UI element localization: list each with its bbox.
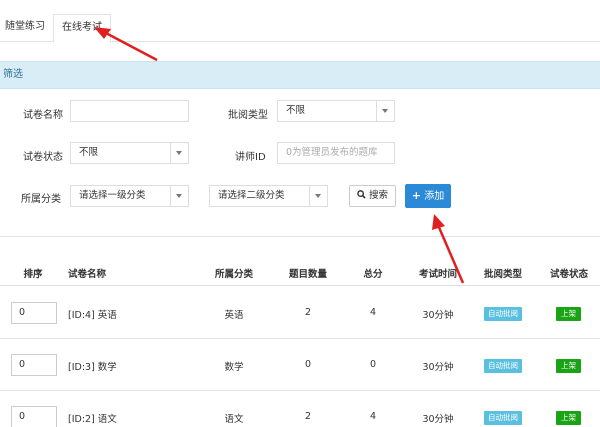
question-count: 0 <box>304 359 312 370</box>
review-type-badge: 自动批阅 <box>484 359 522 373</box>
chevron-down-icon <box>376 101 394 121</box>
col-count: 题目数量 <box>288 269 327 280</box>
paper-category: 语文 <box>224 414 244 425</box>
col-status: 试卷状态 <box>549 269 588 280</box>
total-score: 4 <box>369 411 377 422</box>
tab-practice[interactable]: 随堂练习 <box>0 14 50 42</box>
paper-status-value: 不限 <box>79 147 99 158</box>
category-level1-value: 请选择一级分类 <box>79 190 146 201</box>
review-type-select[interactable]: 不限 <box>277 100 395 122</box>
teacher-id-label: 讲师ID <box>235 152 266 163</box>
table-header: 排序 试卷名称 所属分类 题目数量 总分 考试时间 批阅类型 试卷状态 <box>0 262 600 286</box>
col-name: 试卷名称 <box>68 269 107 280</box>
tab-online-exam[interactable]: 在线考试 <box>53 14 111 43</box>
paper-name: [ID:3] 数学 <box>68 362 117 373</box>
exam-time: 30分钟 <box>422 310 454 321</box>
category-label: 所属分类 <box>21 194 61 205</box>
paper-name-input[interactable] <box>70 100 189 122</box>
category-level1-select[interactable]: 请选择一级分类 <box>70 185 189 207</box>
chevron-down-icon <box>309 186 327 206</box>
total-score: 0 <box>369 359 377 370</box>
question-count: 2 <box>304 411 312 422</box>
col-time: 考试时间 <box>418 269 457 280</box>
sort-input[interactable]: 0 <box>11 406 57 427</box>
plus-icon: + <box>411 189 422 202</box>
search-button[interactable]: 搜索 <box>349 185 396 207</box>
review-type-value: 不限 <box>286 105 306 116</box>
paper-name-label: 试卷名称 <box>23 110 63 121</box>
category-level2-select[interactable]: 请选择二级分类 <box>209 185 328 207</box>
section-divider <box>0 236 600 237</box>
col-sort: 排序 <box>23 269 43 280</box>
add-button-label: 添加 <box>424 191 445 202</box>
tab-bar: 随堂练习 在线考试 <box>0 0 600 43</box>
paper-name: [ID:2] 语文 <box>68 414 117 425</box>
search-icon <box>357 190 366 199</box>
sort-input[interactable]: 0 <box>11 354 57 376</box>
teacher-id-input[interactable]: 0为管理员发布的题库 <box>277 142 395 164</box>
total-score: 4 <box>369 307 377 318</box>
paper-status-select[interactable]: 不限 <box>70 142 189 164</box>
status-badge[interactable]: 上架 <box>556 359 581 373</box>
paper-category: 数学 <box>224 362 244 373</box>
chevron-down-icon <box>170 186 188 206</box>
exam-time: 30分钟 <box>422 414 454 425</box>
paper-name: [ID:4] 英语 <box>68 310 117 321</box>
review-type-badge: 自动批阅 <box>484 411 522 425</box>
status-badge[interactable]: 上架 <box>556 307 581 321</box>
sort-input[interactable]: 0 <box>11 302 57 324</box>
question-count: 2 <box>304 307 312 318</box>
status-badge[interactable]: 上架 <box>556 411 581 425</box>
paper-status-label: 试卷状态 <box>23 152 63 163</box>
filter-header: 筛选 <box>0 61 600 89</box>
col-review: 批阅类型 <box>483 269 522 280</box>
chevron-down-icon <box>170 143 188 163</box>
col-score: 总分 <box>363 269 383 280</box>
exam-time: 30分钟 <box>422 362 454 373</box>
review-type-badge: 自动批阅 <box>484 307 522 321</box>
table-row: 0 [ID:2] 语文 语文 2 4 30分钟 自动批阅 上架 <box>0 391 600 427</box>
category-level2-value: 请选择二级分类 <box>218 190 285 201</box>
col-category: 所属分类 <box>214 269 253 280</box>
paper-category: 英语 <box>224 310 244 321</box>
table-row: 0 [ID:4] 英语 英语 2 4 30分钟 自动批阅 上架 <box>0 287 600 339</box>
add-button[interactable]: + 添加 <box>405 184 451 208</box>
table-row: 0 [ID:3] 数学 数学 0 0 30分钟 自动批阅 上架 <box>0 339 600 391</box>
review-type-label: 批阅类型 <box>228 110 268 121</box>
search-button-label: 搜索 <box>369 190 389 201</box>
